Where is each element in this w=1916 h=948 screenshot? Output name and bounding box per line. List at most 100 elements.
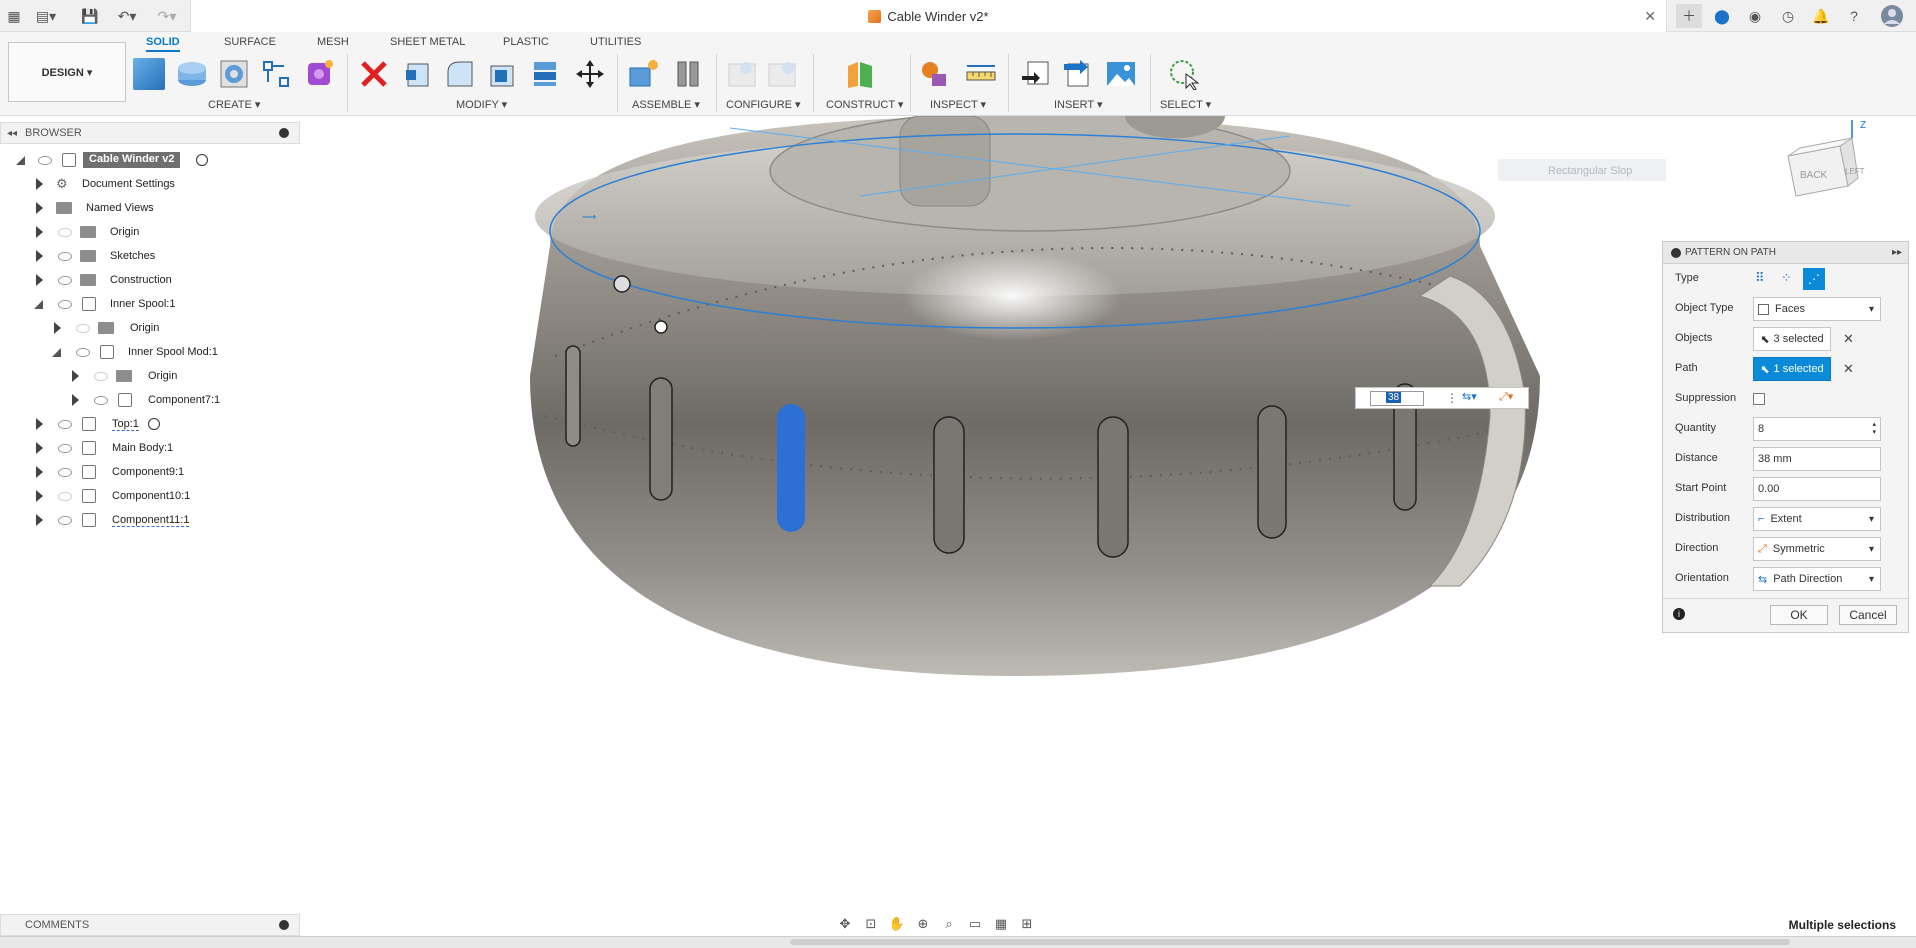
direction-select[interactable]: ⤢ Symmetric [1753,537,1881,561]
visibility-eye-icon[interactable] [58,467,72,477]
tab-plastic[interactable]: PLASTIC [503,36,549,48]
expand-arrow-icon[interactable] [36,202,43,214]
top-recess[interactable] [769,116,1291,232]
tree-label[interactable]: Origin [110,226,139,238]
zoom-icon[interactable]: ⊕ [914,916,932,932]
inline-dimension-box[interactable]: 38 ⋮ ⇆▾ ⤢▾ [1355,387,1529,409]
distance-input[interactable]: 38 mm [1753,447,1881,471]
group-modify[interactable]: MODIFY ▾ [456,98,507,111]
slot-feature[interactable] [1257,405,1287,539]
joint-icon[interactable] [672,58,704,90]
orbit-icon[interactable]: ✥ [836,916,854,932]
group-assemble[interactable]: ASSEMBLE ▾ [632,98,700,111]
activate-radio-icon[interactable] [148,418,160,430]
hidden-eye-icon[interactable] [58,227,72,237]
tree-label[interactable]: Main Body:1 [112,442,173,454]
browser-header[interactable]: ◂◂ BROWSER [0,122,300,144]
sketch-pattern-icon[interactable] [260,58,292,90]
tree-item[interactable]: Component10:1 [0,487,300,505]
measure-icon[interactable] [965,58,997,90]
clear-path-icon[interactable]: ✕ [1843,361,1854,377]
file-menu-icon[interactable]: ▤▾ [34,4,58,28]
press-pull-icon[interactable] [402,58,434,90]
objects-select-button[interactable]: ⬉ 3 selected [1753,327,1831,351]
tree-root[interactable]: Cable Winder v2 [0,151,300,169]
cancel-button[interactable]: Cancel [1839,605,1897,625]
tree-label[interactable]: Top:1 [112,418,139,431]
expand-arrow-icon[interactable] [36,418,43,430]
expand-arrow-icon[interactable] [36,226,43,238]
tab-utilities[interactable]: UTILITIES [590,36,641,48]
expand-arrow-icon[interactable] [36,250,43,262]
tree-label[interactable]: Component7:1 [148,394,220,406]
workspace-switcher[interactable]: DESIGN ▾ [8,42,126,102]
rectangular-pattern-icon[interactable]: ⠿ [1755,270,1773,288]
visibility-eye-icon[interactable] [94,395,108,405]
tree-item[interactable]: Component9:1 [0,463,300,481]
user-avatar[interactable] [1880,4,1904,28]
group-construct[interactable]: CONSTRUCT ▾ [826,98,903,111]
stepper-arrows-icon[interactable]: ▴ ▾ [1872,421,1876,437]
combine-icon[interactable] [530,58,562,90]
tree-label-root[interactable]: Cable Winder v2 [83,152,181,168]
path-handle-point[interactable] [654,320,668,334]
dimension-more-icon[interactable]: ⋮ [1446,391,1458,405]
browser-options-icon[interactable] [279,128,289,138]
path-select-button[interactable]: ⬉ 1 selected [1753,357,1831,381]
tab-surface[interactable]: SURFACE [224,36,276,48]
hidden-eye-icon[interactable] [58,491,72,501]
insert-canvas-icon[interactable] [1105,58,1137,90]
redo-icon[interactable]: ↷▾ [152,4,182,28]
tree-item[interactable]: Component7:1 [0,391,300,409]
direction-type-icon[interactable]: ⤢▾ [1499,390,1513,404]
configure-rule-icon[interactable] [766,58,798,90]
expand-arrow-icon[interactable] [36,274,43,286]
look-at-icon[interactable]: ⊡ [862,916,880,932]
expand-arrow-icon[interactable] [36,490,43,502]
tree-item[interactable]: Named Views [0,199,300,217]
object-type-select[interactable]: Faces [1753,297,1881,321]
path-pattern-icon[interactable]: ⋰ [1803,268,1825,290]
form-icon[interactable] [303,58,335,90]
dimension-input[interactable]: 38 [1370,391,1424,406]
slot-feature[interactable] [1097,416,1129,558]
insert-derive-icon[interactable] [1020,58,1052,90]
tab-sheet-metal[interactable]: SHEET METAL [390,36,465,48]
visibility-eye-icon[interactable] [58,419,72,429]
tree-item[interactable]: Sketches [0,247,300,265]
expand-arrow-icon[interactable] [72,394,79,406]
tree-label[interactable]: Inner Spool:1 [110,298,175,310]
new-tab-icon[interactable]: ＋ [1676,4,1702,28]
group-select[interactable]: SELECT ▾ [1160,98,1211,111]
tree-item[interactable]: Inner Spool:1 [0,295,300,313]
document-tab[interactable]: Cable Winder v2* ✕ [190,0,1667,32]
fillet-icon[interactable] [444,58,476,90]
move-copy-icon[interactable] [574,58,606,90]
tree-item[interactable]: Top:1 [0,415,300,433]
dialog-collapse-icon[interactable] [1671,247,1681,258]
expand-arrow-icon[interactable] [54,322,61,334]
group-inspect[interactable]: INSPECT ▾ [930,98,986,111]
visibility-eye-icon[interactable] [38,155,52,165]
app-grid-icon[interactable]: ▦ [4,4,24,28]
tree-item[interactable]: Origin [0,319,300,337]
dialog-header[interactable]: PATTERN ON PATH ▸▸ [1663,242,1908,264]
quantity-stepper[interactable]: 8 ▴ ▾ [1753,417,1881,441]
visibility-eye-icon[interactable] [58,515,72,525]
collapse-arrow-icon[interactable] [16,155,25,165]
extensions-icon[interactable]: ⬤ [1712,4,1732,28]
visibility-eye-icon[interactable] [76,347,90,357]
tab-solid[interactable]: SOLID [146,36,180,52]
undo-icon[interactable]: ↶▾ [112,4,142,28]
tree-label[interactable]: Component11:1 [112,514,190,527]
help-icon[interactable]: ? [1844,4,1864,28]
distribution-select[interactable]: ⌐ Extent [1753,507,1881,531]
start-point-input[interactable]: 0.00 [1753,477,1881,501]
tree-label[interactable]: Named Views [86,202,154,214]
grid-icon[interactable]: ▦ [992,916,1010,932]
tree-label[interactable]: Inner Spool Mod:1 [128,346,218,358]
save-icon[interactable]: 💾 [80,4,100,28]
tree-item[interactable]: Component11:1 [0,511,300,529]
display-settings-icon[interactable]: ▭ [966,916,984,932]
expand-arrow-icon[interactable] [36,178,43,190]
